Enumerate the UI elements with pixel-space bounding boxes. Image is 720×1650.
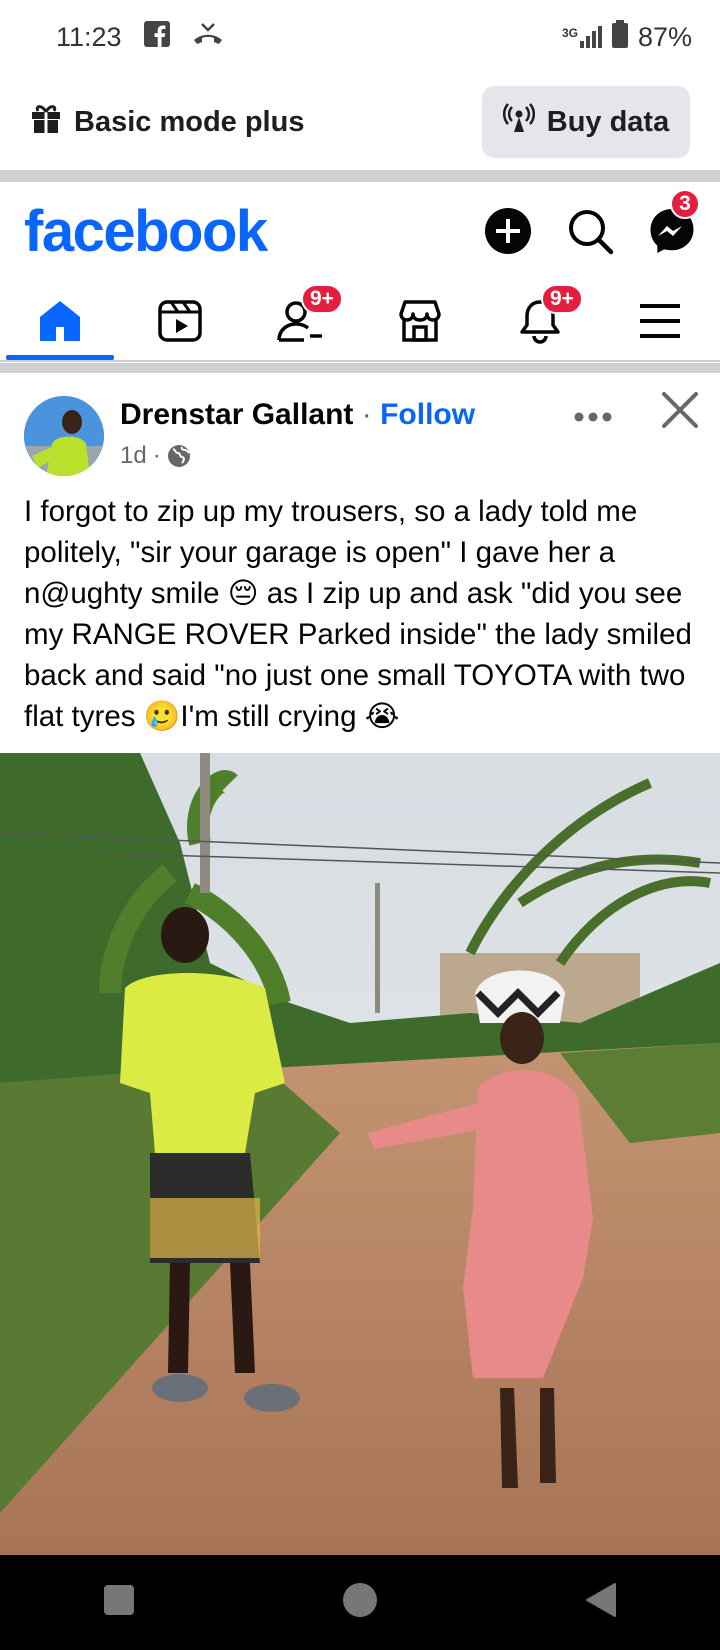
create-button[interactable]: [484, 207, 532, 255]
globe-icon: [167, 445, 190, 467]
messenger-badge: 3: [670, 189, 700, 219]
circle-icon: [342, 1583, 377, 1617]
tab-video[interactable]: [125, 280, 235, 362]
divider: [0, 170, 720, 182]
post-text: I forgot to zip up my trousers, so a lad…: [24, 495, 692, 733]
tab-menu[interactable]: [605, 280, 715, 362]
mode-bar: Basic mode plus Buy data: [0, 74, 720, 170]
battery-icon: [611, 19, 628, 55]
plus-icon: [485, 208, 531, 254]
post-options-button[interactable]: [568, 402, 618, 432]
square-icon: [104, 1585, 135, 1615]
home-icon: [40, 301, 80, 341]
basic-mode-label[interactable]: Basic mode plus: [30, 102, 304, 142]
buy-data-button[interactable]: Buy data: [482, 86, 690, 158]
post-photo[interactable]: [0, 753, 720, 1555]
broadcast-icon: [502, 102, 535, 142]
facebook-logo[interactable]: facebook: [24, 198, 268, 265]
battery-percent: 87%: [637, 21, 692, 52]
author-avatar[interactable]: [24, 396, 104, 476]
back-triangle-icon: [585, 1583, 616, 1617]
signal-3g-icon: 3G: [562, 26, 602, 48]
messenger-button[interactable]: 3: [648, 189, 700, 255]
tab-marketplace[interactable]: [365, 280, 475, 362]
divider: [0, 360, 720, 362]
gift-icon: [30, 102, 62, 142]
facebook-notification-icon: [143, 20, 170, 54]
notifications-badge: 9+: [541, 284, 583, 314]
hide-post-button[interactable]: [660, 390, 700, 430]
status-bar: 11:23 3G 87%: [0, 0, 720, 74]
menu-icon: [640, 304, 680, 338]
tab-friends[interactable]: 9+: [245, 280, 355, 362]
tab-home[interactable]: [5, 280, 115, 362]
missed-call-icon: [192, 21, 224, 54]
video-icon: [158, 300, 202, 342]
close-icon: [662, 392, 698, 428]
search-button[interactable]: [566, 207, 614, 255]
friends-badge: 9+: [301, 284, 343, 314]
more-icon: [574, 412, 612, 422]
post-header: Drenstar Gallant · Follow 1d ·: [0, 384, 720, 484]
post-time[interactable]: 1d: [120, 442, 147, 470]
follow-button[interactable]: Follow: [380, 398, 475, 431]
author-name[interactable]: Drenstar Gallant: [120, 398, 353, 431]
divider: [0, 363, 720, 373]
post-author-line: Drenstar Gallant · Follow: [120, 398, 476, 431]
post-meta: 1d ·: [120, 442, 191, 470]
clock: 11:23: [56, 21, 122, 52]
search-icon: [569, 210, 614, 255]
nav-tabs: 9+ 9+: [0, 280, 720, 362]
app-header: facebook 3: [0, 182, 720, 280]
recents-button[interactable]: [103, 1584, 135, 1621]
system-nav-bar: [0, 1555, 720, 1650]
shop-icon: [399, 300, 441, 342]
back-button[interactable]: [585, 1582, 617, 1623]
home-button[interactable]: [342, 1582, 378, 1623]
tab-notifications[interactable]: 9+: [485, 280, 595, 362]
